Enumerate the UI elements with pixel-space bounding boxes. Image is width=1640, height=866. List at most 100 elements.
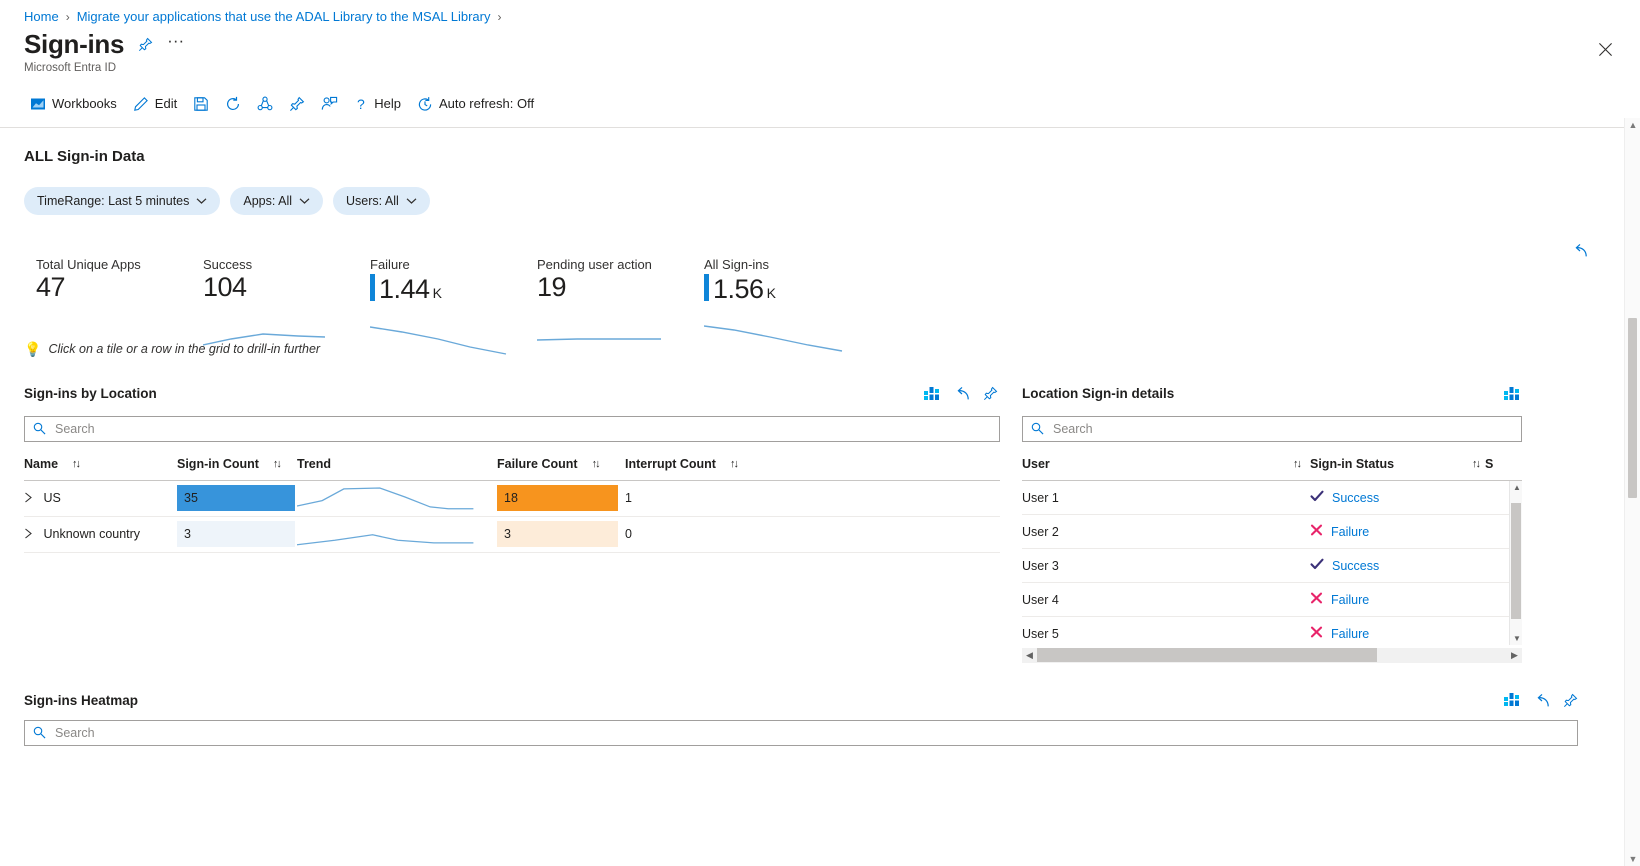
page-scroll-up-arrow-icon[interactable]: ▲ — [1625, 120, 1640, 130]
auto-refresh-button[interactable]: Auto refresh: Off — [409, 91, 542, 117]
pin-icon[interactable] — [1563, 693, 1578, 708]
sort-icon[interactable]: ↑↓ — [592, 458, 601, 470]
kpi-accent-bar — [704, 273, 709, 301]
kpi-tile-failure[interactable]: Failure 1.44 K — [370, 257, 537, 355]
page-scroll-thumb[interactable] — [1628, 318, 1637, 498]
edit-button[interactable]: Edit — [125, 91, 185, 117]
signin-count-value: 35 — [184, 491, 198, 506]
edit-label: Edit — [154, 96, 178, 112]
vertical-scroll-thumb[interactable] — [1511, 502, 1521, 619]
apps-filter-label: Apps: All — [243, 193, 293, 208]
right-grid-vertical-scrollbar[interactable]: ▲ ▼ — [1509, 480, 1522, 645]
workbooks-button[interactable]: Workbooks — [22, 91, 125, 117]
users-filter[interactable]: Users: All — [333, 186, 430, 215]
more-options-button[interactable]: ··· — [167, 32, 187, 54]
col-signin-count-label: Sign-in Count — [177, 456, 259, 471]
failure-x-icon — [1310, 626, 1323, 641]
horizontal-scroll-thumb[interactable] — [1037, 648, 1377, 663]
undo-icon[interactable] — [953, 386, 970, 401]
search-input[interactable] — [53, 724, 1569, 741]
pin-icon[interactable] — [138, 37, 153, 52]
breadcrumb-item-home[interactable]: Home — [24, 9, 59, 24]
chart-toggle-icon[interactable] — [1504, 386, 1520, 401]
scroll-right-arrow-icon[interactable]: ▶ — [1507, 650, 1522, 661]
section-title: ALL Sign-in Data — [24, 147, 145, 165]
scroll-down-arrow-icon[interactable]: ▼ — [1513, 634, 1521, 643]
feedback-button[interactable] — [313, 91, 346, 117]
heatmap-search[interactable] — [24, 719, 1578, 746]
scroll-up-arrow-icon[interactable]: ▲ — [1513, 483, 1521, 492]
close-icon[interactable] — [1592, 36, 1618, 62]
location-signin-details-panel: Location Sign-in details Search User ↑↓ … — [1022, 384, 1522, 663]
sort-icon[interactable]: ↑↓ — [1472, 458, 1481, 470]
col-interrupt-count[interactable]: Interrupt Count ↑↓ — [625, 447, 1000, 481]
col-user-label: User — [1022, 456, 1050, 471]
kpi-tile-pending-user-action[interactable]: Pending user action 19 — [537, 256, 704, 341]
chart-toggle-icon[interactable] — [924, 386, 940, 401]
failure-count-value: 3 — [504, 527, 511, 542]
chart-toggle-icon[interactable] — [1504, 693, 1520, 707]
expand-chevron-icon[interactable] — [24, 528, 33, 539]
page-scrollbar[interactable]: ▲ ▼ — [1624, 118, 1640, 866]
kpi-value: 1.56 — [713, 273, 764, 304]
col-name[interactable]: Name ↑↓ — [24, 447, 177, 481]
timerange-filter-label: TimeRange: Last 5 minutes — [37, 193, 190, 208]
right-grid-body: User 1 Success User 2 Failure User 3 Suc… — [1022, 480, 1522, 645]
share-button[interactable] — [249, 91, 281, 117]
col-signin-status-label: Sign-in Status — [1310, 456, 1395, 471]
cell-name: Unknown country — [24, 516, 177, 553]
kpi-tile-all-signins[interactable]: All Sign-ins 1.56 K — [704, 256, 871, 352]
save-button[interactable] — [185, 91, 217, 117]
signins-by-location-table: Name ↑↓ Sign-in Count ↑↓ Trend Failure C… — [24, 447, 1000, 553]
kpi-label: Pending user action — [537, 256, 652, 272]
search-input[interactable] — [1051, 420, 1513, 437]
page-scroll-down-arrow-icon[interactable]: ▼ — [1625, 854, 1640, 864]
horizontal-scroll-track[interactable] — [1037, 647, 1507, 663]
table-row[interactable]: US 35 18 1 — [24, 480, 1000, 517]
cell-signin-count: 35 — [177, 480, 297, 517]
search-icon — [33, 726, 46, 739]
kpi-unit: K — [432, 284, 442, 301]
sort-icon[interactable]: ↑↓ — [1293, 458, 1302, 470]
table-row[interactable]: User 1 Success — [1022, 480, 1522, 516]
cell-signin-status: Failure — [1310, 514, 1522, 550]
table-row[interactable]: User 5 Failure — [1022, 616, 1522, 645]
left-grid-search[interactable] — [24, 415, 1000, 442]
col-failure-count[interactable]: Failure Count ↑↓ — [497, 447, 625, 481]
kpi-value: 1.44 — [379, 273, 430, 304]
table-row[interactable]: User 3 Success — [1022, 548, 1522, 584]
col-user[interactable]: User ↑↓ — [1022, 447, 1310, 481]
kpi-tile-total-unique-apps[interactable]: Total Unique Apps 47 — [36, 257, 203, 303]
help-button[interactable]: ? Help — [346, 91, 409, 117]
col-signin-status[interactable]: Sign-in Status ↑↓ — [1310, 447, 1485, 481]
cell-interrupt-count: 1 — [625, 480, 1000, 517]
refresh-button[interactable] — [217, 91, 249, 117]
search-icon — [33, 422, 46, 435]
sort-icon[interactable]: ↑↓ — [72, 458, 81, 470]
undo-icon[interactable] — [1533, 693, 1550, 708]
right-grid-rows-table: User 1 Success User 2 Failure User 3 Suc… — [1022, 480, 1522, 645]
cell-signin-status: Success — [1310, 480, 1522, 516]
signin-count-value: 3 — [184, 527, 191, 542]
right-grid-search[interactable] — [1022, 415, 1522, 442]
breadcrumb-item-migrate[interactable]: Migrate your applications that use the A… — [77, 9, 491, 24]
pin-command-button[interactable] — [281, 91, 313, 117]
right-grid-horizontal-scrollbar[interactable]: ◀ ▶ — [1022, 646, 1522, 663]
sort-icon[interactable]: ↑↓ — [730, 458, 739, 470]
expand-chevron-icon[interactable] — [24, 492, 33, 503]
kpi-label: All Sign-ins — [704, 256, 770, 272]
apps-filter[interactable]: Apps: All — [230, 186, 324, 215]
table-row[interactable]: Unknown country 3 3 0 — [24, 516, 1000, 553]
table-row[interactable]: User 2 Failure — [1022, 514, 1522, 550]
col-signin-count[interactable]: Sign-in Count ↑↓ — [177, 447, 297, 481]
timerange-filter[interactable]: TimeRange: Last 5 minutes — [24, 186, 221, 215]
status-label: Failure — [1331, 524, 1370, 539]
kpi-tile-success[interactable]: Success 104 — [203, 257, 370, 346]
pin-icon[interactable] — [983, 386, 998, 401]
svg-text:?: ? — [357, 96, 365, 112]
row-name-label: US — [43, 491, 61, 506]
scroll-left-arrow-icon[interactable]: ◀ — [1022, 650, 1037, 661]
sort-icon[interactable]: ↑↓ — [273, 458, 282, 470]
table-row[interactable]: User 4 Failure — [1022, 582, 1522, 618]
search-input[interactable] — [53, 420, 991, 437]
